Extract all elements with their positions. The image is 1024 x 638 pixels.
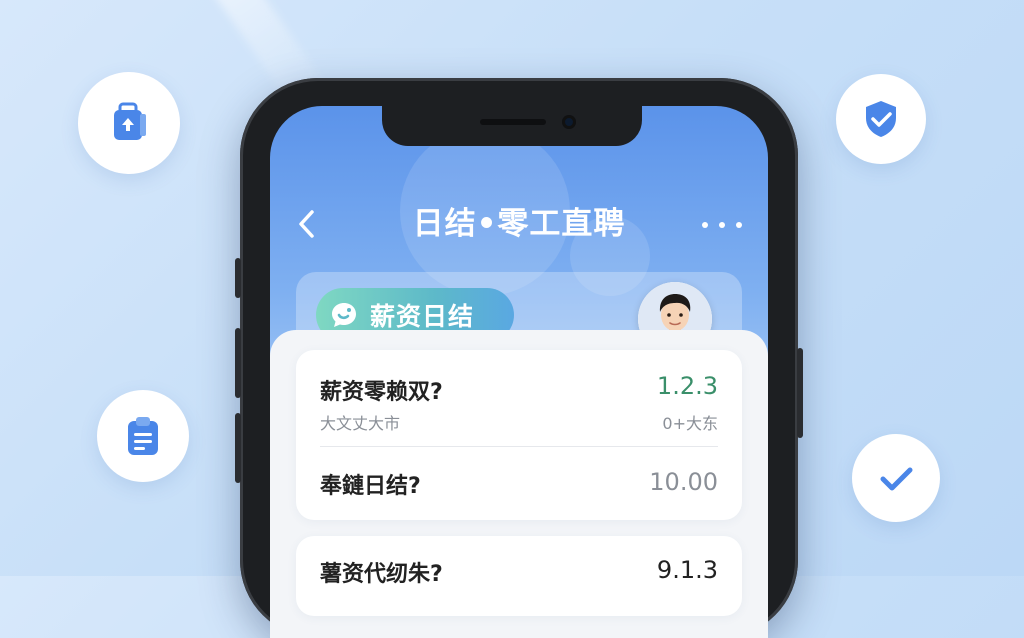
back-button[interactable] [292, 204, 320, 244]
page-title: 日结•零工直聘 [412, 206, 626, 242]
power-button [797, 348, 803, 438]
phone-frame: 日结•零工直聘 薪资日结 薪资零赖双? 1.2.3 大文丈大市 0+大东 奉鏈日… [235, 78, 803, 638]
list-item-sub: 大文丈大市 [320, 414, 401, 433]
phone-screen: 日结•零工直聘 薪资日结 薪资零赖双? 1.2.3 大文丈大市 0+大东 奉鏈日… [270, 106, 768, 638]
volume-down-button [235, 413, 241, 483]
list-item-label: 薪资零赖双? [320, 380, 443, 405]
more-icon-dot [719, 222, 725, 228]
back-chevron-icon [299, 210, 314, 238]
bag-upload-icon [78, 72, 180, 174]
notch [382, 106, 642, 146]
list-item-label: 薯资代纫朱? [320, 562, 443, 587]
salary-info-card: 薪资零赖双? 1.2.3 大文丈大市 0+大东 奉鏈日结? 10.00 [296, 350, 742, 520]
clipboard-icon [97, 390, 189, 482]
volume-up-button [235, 328, 241, 398]
shield-check-icon [836, 74, 926, 164]
chat-bubble-icon [328, 299, 360, 331]
list-item-label: 奉鏈日结? [320, 474, 421, 499]
list-item-value: 10.00 [649, 468, 718, 496]
list-item[interactable]: 薯资代纫朱? 9.1.3 [296, 536, 742, 616]
more-icon-dot [736, 222, 742, 228]
daily-pay-label: 薪资日结 [370, 302, 475, 331]
content-sheet: 薪资零赖双? 1.2.3 大文丈大市 0+大东 奉鏈日结? 10.00 薯资代纫… [270, 330, 768, 638]
more-icon-dot [702, 222, 708, 228]
more-button[interactable] [702, 212, 742, 238]
list-item-value: 9.1.3 [656, 556, 718, 584]
mute-switch [235, 258, 241, 298]
speaker [480, 119, 546, 125]
list-item-value: 1.2.3 [656, 372, 718, 400]
divider [320, 446, 718, 447]
list-item-sub-right: 0+大东 [662, 414, 718, 433]
check-icon [852, 434, 940, 522]
front-camera [562, 115, 576, 129]
